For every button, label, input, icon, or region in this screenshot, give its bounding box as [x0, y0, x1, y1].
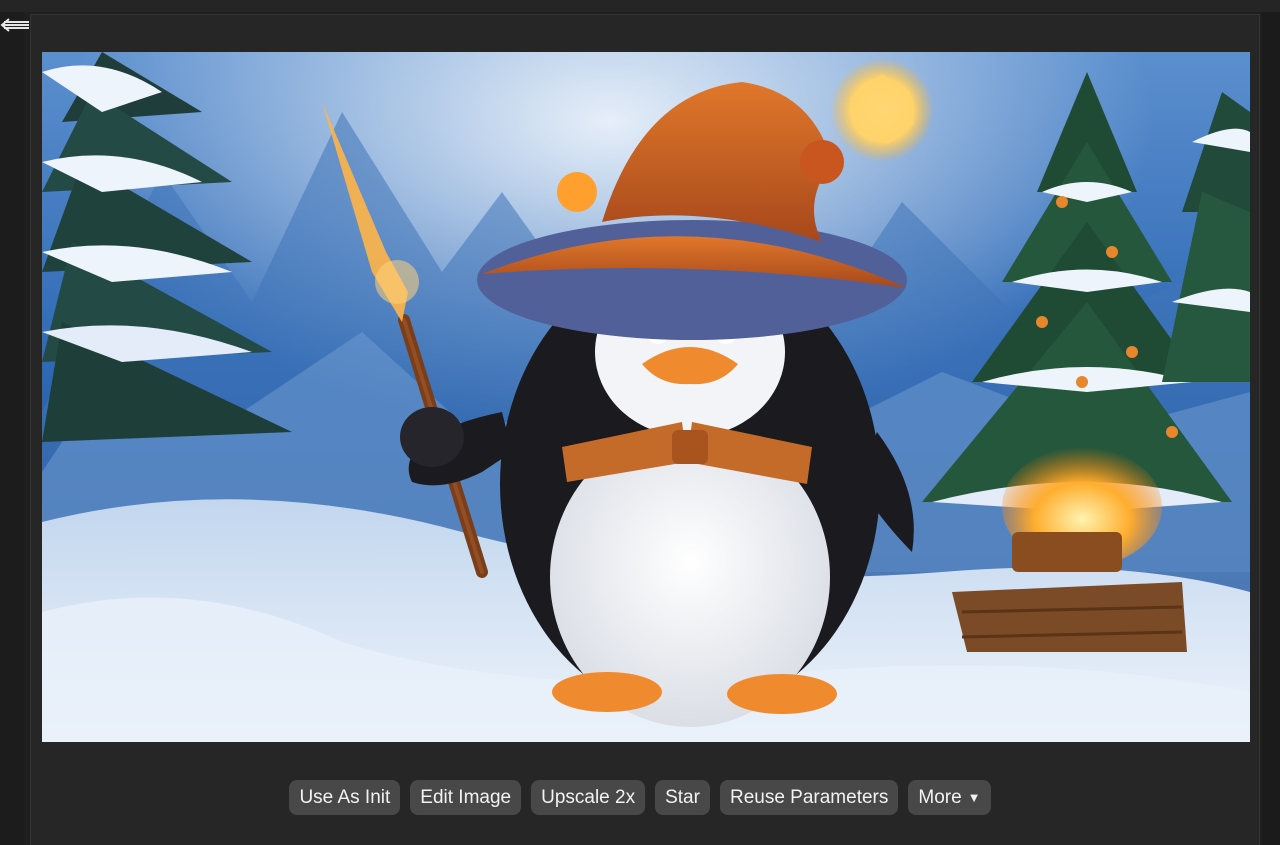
- back-arrow-menu-icon[interactable]: [0, 14, 30, 36]
- star-label: Star: [665, 787, 700, 808]
- upscale-button[interactable]: Upscale 2x: [531, 780, 646, 815]
- more-button[interactable]: More ▼: [908, 780, 991, 815]
- caret-down-icon: ▼: [967, 790, 981, 805]
- edit-image-label: Edit Image: [420, 787, 512, 808]
- left-rail: [0, 12, 24, 845]
- upscale-label: Upscale 2x: [541, 787, 636, 808]
- edit-image-button[interactable]: Edit Image: [410, 780, 522, 815]
- star-button[interactable]: Star: [655, 780, 710, 815]
- generated-image[interactable]: [42, 52, 1250, 742]
- top-bar: [0, 0, 1280, 12]
- right-scroll-rail[interactable]: [1262, 12, 1280, 845]
- penguin-wizard-image: [42, 52, 1250, 742]
- use-as-init-label: Use As Init: [299, 787, 391, 808]
- image-actions-toolbar: Use As Init Edit Image Upscale 2x Star R…: [0, 780, 1280, 816]
- reuse-parameters-label: Reuse Parameters: [729, 787, 889, 808]
- reuse-parameters-button[interactable]: Reuse Parameters: [719, 780, 899, 815]
- more-label: More: [918, 787, 962, 808]
- use-as-init-button[interactable]: Use As Init: [289, 780, 401, 815]
